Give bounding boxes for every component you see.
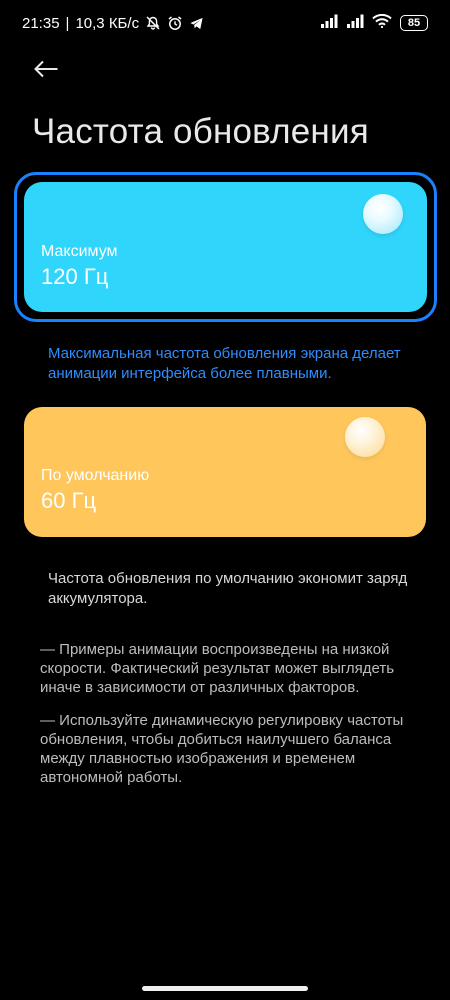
option-card-default[interactable]: По умолчанию 60 Гц — [24, 407, 426, 537]
home-indicator[interactable] — [142, 986, 308, 991]
option-card-max[interactable]: Максимум 120 Гц — [24, 182, 427, 312]
note-text: — Примеры анимации воспроизведены на низ… — [40, 641, 395, 696]
page-title: Частота обновления — [32, 112, 369, 151]
status-right: 85 — [320, 13, 428, 33]
signal-icon — [346, 14, 364, 33]
battery-icon: 85 — [400, 15, 428, 31]
network-speed: 10,3 КБ/с — [75, 14, 140, 32]
animation-ball — [363, 194, 403, 234]
back-button[interactable] — [28, 56, 64, 86]
option-description: Частота обновления по умолчанию экономит… — [48, 570, 408, 607]
option-label: По умолчанию — [41, 467, 150, 484]
signal-icon — [320, 14, 338, 33]
option-value: 60 Гц — [41, 488, 97, 513]
mute-icon — [145, 15, 161, 31]
arrow-left-icon — [33, 60, 59, 83]
wifi-icon — [372, 13, 392, 33]
status-bar: 21:35 | 10,3 КБ/с 85 — [0, 0, 450, 46]
note-text: — Используйте динамическую регулировку ч… — [40, 712, 404, 786]
telegram-icon — [189, 16, 204, 31]
option-value: 120 Гц — [41, 264, 109, 289]
alarm-icon — [167, 15, 183, 31]
option-label: Максимум — [41, 243, 118, 260]
animation-ball — [345, 417, 385, 457]
status-time: 21:35 — [22, 14, 60, 32]
status-separator: | — [65, 14, 70, 32]
status-left: 21:35 | 10,3 КБ/с — [22, 15, 204, 32]
option-description: Максимальная частота обновления экрана д… — [48, 345, 401, 382]
